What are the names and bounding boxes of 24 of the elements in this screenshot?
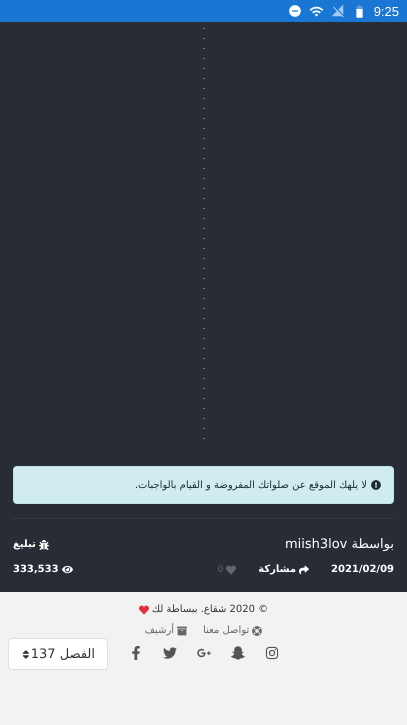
snapchat-icon[interactable] <box>230 646 244 660</box>
footer-link[interactable]: تواصل معنا <box>203 625 262 636</box>
share-icon <box>299 564 310 574</box>
chapter-select[interactable]: الفصل 137 <box>8 638 108 670</box>
do-not-disturb-icon <box>288 4 302 18</box>
exclamation-icon <box>371 480 381 490</box>
share-link[interactable]: مشاركة <box>258 564 310 575</box>
clock: 9:25 <box>374 4 399 18</box>
copyright-text: © 2020 شقاع. ببساطة لك <box>152 604 268 615</box>
google-plus-icon[interactable] <box>196 646 210 660</box>
lifebuoy-icon <box>252 626 262 636</box>
bug-icon <box>38 540 49 550</box>
signal-icon <box>330 4 345 18</box>
sort-icon <box>21 648 31 660</box>
twitter-icon[interactable] <box>162 646 176 660</box>
instagram-icon[interactable] <box>264 646 278 660</box>
eye-icon <box>62 564 73 575</box>
notice-text: لا يلهك الموقع عن صلواتك المفروضة و القيام بالواجبات. <box>134 480 367 490</box>
archive-icon <box>177 626 188 636</box>
view-count: 333,533 <box>13 564 59 575</box>
report-link[interactable]: تبليغ <box>13 539 49 550</box>
footer-link[interactable]: أرشيف <box>144 625 188 636</box>
post-date: 2021/02/09 <box>331 564 394 575</box>
heart-icon <box>138 604 149 614</box>
